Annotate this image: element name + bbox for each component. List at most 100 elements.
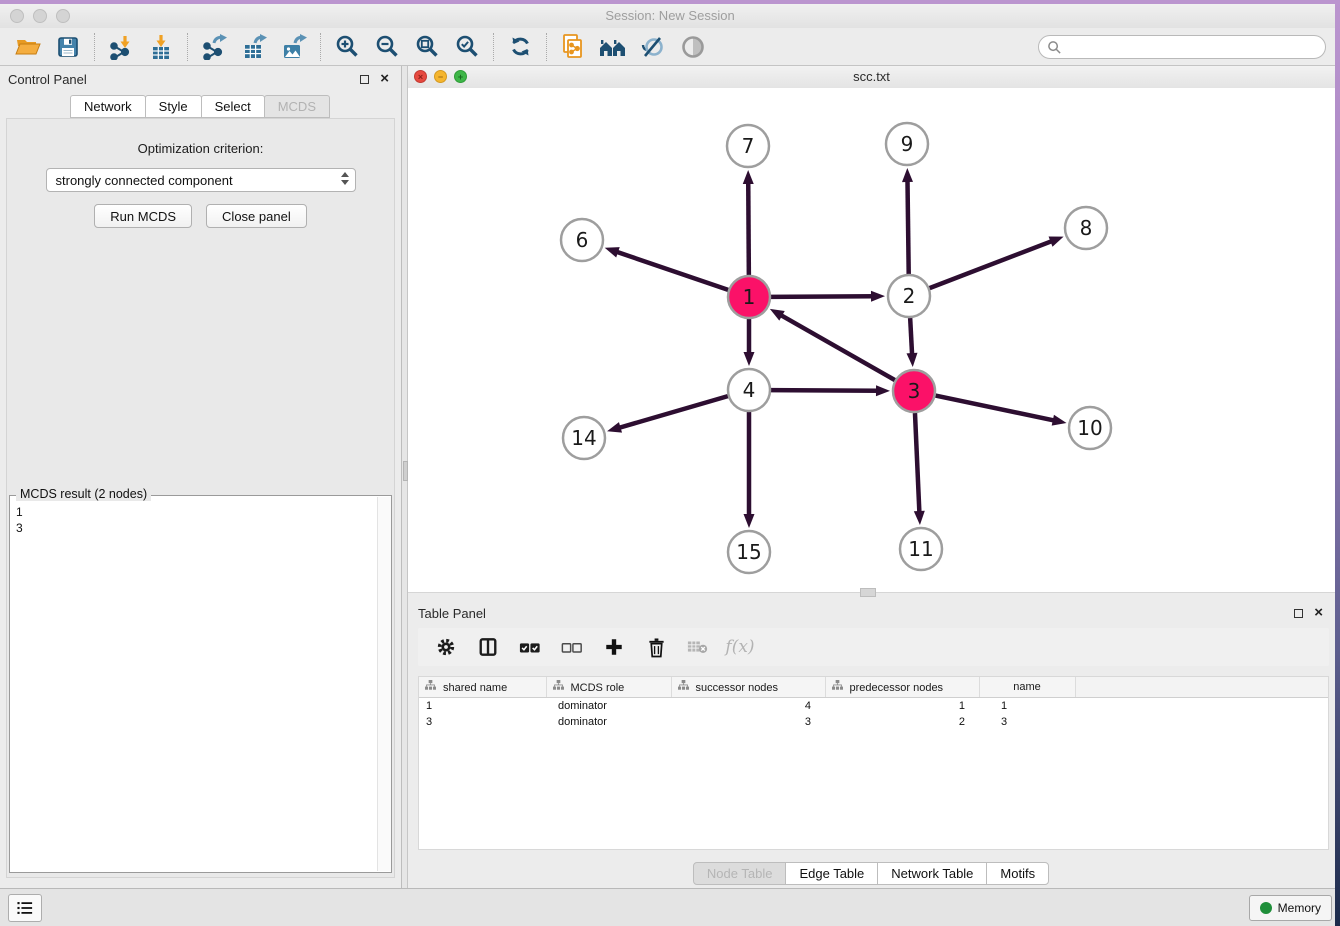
result-scrollbar[interactable] xyxy=(377,497,391,871)
tab-network-table[interactable]: Network Table xyxy=(877,862,987,885)
column-header-successor-nodes[interactable]: successor nodes xyxy=(671,677,825,698)
table-row[interactable]: 1dominator411 xyxy=(419,698,1328,715)
main-toolbar xyxy=(0,28,1340,66)
cell-name[interactable]: 3 xyxy=(979,714,1075,730)
home-icon[interactable] xyxy=(593,30,633,64)
column-header-predecessor-nodes[interactable]: predecessor nodes xyxy=(825,677,979,698)
open-folder-icon[interactable] xyxy=(8,30,48,64)
cell-MCDS-role[interactable]: dominator xyxy=(546,698,671,715)
select-all-icon[interactable] xyxy=(519,636,541,658)
optimization-select[interactable]: strongly connected component xyxy=(46,168,356,192)
tab-node-table[interactable]: Node Table xyxy=(693,862,787,885)
toolbar-separator xyxy=(94,33,95,61)
tab-edge-table[interactable]: Edge Table xyxy=(785,862,878,885)
show-columns-icon[interactable] xyxy=(477,636,499,658)
delete-rows-icon[interactable] xyxy=(645,636,667,658)
export-table-icon[interactable] xyxy=(234,30,274,64)
graph-edge-2-3[interactable] xyxy=(910,318,912,356)
control-panel-title: Control Panel xyxy=(0,72,360,87)
cell-name[interactable]: 1 xyxy=(979,698,1075,715)
graph-edge-3-11[interactable] xyxy=(915,413,919,514)
memory-button[interactable]: Memory xyxy=(1249,895,1332,921)
cell-MCDS-role[interactable]: dominator xyxy=(546,714,671,730)
float-panel-icon[interactable] xyxy=(1294,609,1303,618)
network-canvas[interactable]: 7968124314101511 xyxy=(408,88,1335,592)
graph-edge-arrow xyxy=(902,168,913,182)
task-history-button[interactable] xyxy=(8,894,42,922)
graph-edge-2-8[interactable] xyxy=(930,241,1054,289)
graph-edge-arrow xyxy=(605,247,620,257)
zoom-out-icon[interactable] xyxy=(367,30,407,64)
cell-successor-nodes[interactable]: 3 xyxy=(671,714,825,730)
function-builder-icon[interactable]: f(x) xyxy=(729,636,751,658)
close-panel-icon[interactable]: × xyxy=(380,74,389,84)
cell-predecessor-nodes[interactable]: 1 xyxy=(825,698,979,715)
close-panel-button[interactable]: Close panel xyxy=(206,204,307,228)
cell-shared-name[interactable]: 1 xyxy=(419,698,546,715)
mcds-result-text[interactable]: 1 3 xyxy=(10,499,377,872)
column-header-shared-name[interactable]: shared name xyxy=(419,677,546,698)
graph-edge-arrow xyxy=(907,353,918,367)
network-document-icon[interactable] xyxy=(553,30,593,64)
optimization-value: strongly connected component xyxy=(56,173,233,188)
graph-node-label: 15 xyxy=(736,540,761,564)
cell-shared-name[interactable]: 3 xyxy=(419,714,546,730)
graph-node-label: 11 xyxy=(908,537,933,561)
graph-node-label: 3 xyxy=(908,379,921,403)
vertical-splitter[interactable] xyxy=(401,66,408,888)
eye-icon[interactable] xyxy=(673,30,713,64)
float-panel-icon[interactable] xyxy=(360,75,369,84)
save-icon[interactable] xyxy=(48,30,88,64)
cell-predecessor-nodes[interactable]: 2 xyxy=(825,714,979,730)
table-row[interactable]: 3dominator323 xyxy=(419,714,1328,730)
graph-node-label: 8 xyxy=(1080,216,1093,240)
zoom-in-icon[interactable] xyxy=(327,30,367,64)
graph-edge-3-10[interactable] xyxy=(936,396,1056,421)
delete-columns-icon[interactable] xyxy=(687,636,709,658)
import-table-icon[interactable] xyxy=(141,30,181,64)
export-image-icon[interactable] xyxy=(274,30,314,64)
graph-edge-arrow xyxy=(1052,415,1067,426)
column-type-icon xyxy=(832,680,843,691)
graph-edge-3-1[interactable] xyxy=(779,314,894,380)
hide-others-icon[interactable] xyxy=(633,30,673,64)
graph-edge-1-7[interactable] xyxy=(748,181,749,275)
graph-edge-arrow xyxy=(871,291,885,302)
refresh-icon[interactable] xyxy=(500,30,540,64)
control-panel-tabs: NetworkStyleSelectMCDS xyxy=(0,95,401,118)
toolbar-separator xyxy=(187,33,188,61)
zoom-fit-icon[interactable] xyxy=(407,30,447,64)
graph-edge-1-6[interactable] xyxy=(615,251,728,290)
tab-mcds[interactable]: MCDS xyxy=(264,95,330,118)
network-graph: 7968124314101511 xyxy=(408,88,1335,592)
table-panel: Table Panel × xyxy=(408,600,1335,888)
column-header-name[interactable]: name xyxy=(979,677,1075,698)
run-mcds-button[interactable]: Run MCDS xyxy=(94,204,192,228)
node-table-container: shared nameMCDS rolesuccessor nodesprede… xyxy=(418,676,1329,850)
export-network-icon[interactable] xyxy=(194,30,234,64)
tab-style[interactable]: Style xyxy=(145,95,202,118)
table-settings-icon[interactable] xyxy=(435,636,457,658)
zoom-selected-icon[interactable] xyxy=(447,30,487,64)
node-table[interactable]: shared nameMCDS rolesuccessor nodesprede… xyxy=(419,677,1328,730)
import-network-icon[interactable] xyxy=(101,30,141,64)
unselect-all-icon[interactable] xyxy=(561,636,583,658)
horizontal-splitter[interactable] xyxy=(408,592,1335,600)
graph-edge-2-9[interactable] xyxy=(907,179,908,274)
mcds-panel: Optimization criterion: strongly connect… xyxy=(6,118,395,878)
graph-edge-4-14[interactable] xyxy=(618,396,728,428)
graph-edge-1-2[interactable] xyxy=(771,296,874,297)
close-panel-icon[interactable]: × xyxy=(1314,608,1323,618)
tab-motifs[interactable]: Motifs xyxy=(986,862,1049,885)
search-input[interactable] xyxy=(1067,39,1325,56)
add-row-icon[interactable] xyxy=(603,636,625,658)
column-header-MCDS-role[interactable]: MCDS role xyxy=(546,677,671,698)
tab-select[interactable]: Select xyxy=(201,95,265,118)
graph-edge-4-3[interactable] xyxy=(771,390,879,391)
select-stepper-icon xyxy=(341,172,349,185)
tab-network[interactable]: Network xyxy=(70,95,146,118)
splitter-grip[interactable] xyxy=(860,588,876,597)
memory-status-icon xyxy=(1260,902,1272,914)
graph-edge-arrow xyxy=(876,385,890,396)
cell-successor-nodes[interactable]: 4 xyxy=(671,698,825,715)
